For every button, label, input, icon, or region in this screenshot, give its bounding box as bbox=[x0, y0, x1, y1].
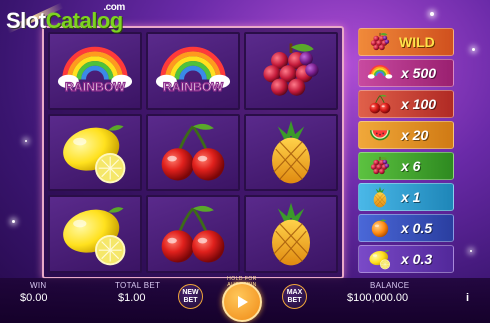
sparkle-star bbox=[12, 220, 15, 223]
rainbow-icon: RAINBOW bbox=[155, 36, 231, 94]
spin-button[interactable] bbox=[222, 282, 262, 322]
reel-grid: RAINBOW RAINBOW bbox=[42, 26, 344, 279]
sparkle-star bbox=[25, 140, 27, 142]
reel-cell-pineapple bbox=[244, 195, 338, 273]
win-value: $0.00 bbox=[20, 292, 48, 304]
info-icon[interactable]: i bbox=[466, 292, 469, 304]
reel-cell-rainbow: RAINBOW bbox=[146, 32, 240, 110]
play-icon bbox=[238, 296, 248, 308]
logo-slot-text: Slot bbox=[6, 8, 46, 33]
new-bet-button[interactable]: NEW BET bbox=[178, 284, 203, 309]
reel-cell-lemon bbox=[48, 195, 142, 273]
rainbow-icon: RAINBOW bbox=[57, 36, 133, 94]
paytable-row-grapes: x 6 bbox=[358, 152, 454, 180]
paytable-row-watermelon: x 20 bbox=[358, 121, 454, 149]
reel-cell-pineapple bbox=[244, 113, 338, 192]
paytable-wild-label: WILD bbox=[399, 34, 435, 50]
paytable-row-orange: x 0.5 bbox=[358, 214, 454, 242]
paytable-multiplier: x 6 bbox=[401, 158, 421, 174]
pineapple-icon bbox=[253, 117, 329, 187]
wild-icon bbox=[367, 31, 393, 53]
orange-icon bbox=[367, 217, 393, 239]
paytable: WILD x 500 x 100 x 20 x 6 x 1 x 0.5 x 0.… bbox=[358, 28, 454, 276]
paytable-multiplier: x 20 bbox=[401, 127, 429, 143]
paytable-row-cherry: x 100 bbox=[358, 90, 454, 118]
paytable-row-wild: WILD bbox=[358, 28, 454, 56]
lemon-icon bbox=[57, 117, 133, 187]
paytable-multiplier: x 0.5 bbox=[401, 220, 433, 236]
reel-cell-lemon bbox=[48, 113, 142, 192]
rainbow-symbol-text: RAINBOW bbox=[65, 80, 126, 94]
total-bet-value: $1.00 bbox=[118, 292, 146, 304]
reel-cell-grapes bbox=[244, 32, 338, 110]
paytable-multiplier: x 1 bbox=[401, 189, 421, 205]
sparkle-star bbox=[470, 250, 472, 252]
cherry-icon bbox=[155, 199, 231, 269]
cherry-icon bbox=[367, 93, 393, 115]
paytable-multiplier: x 0.3 bbox=[401, 251, 433, 267]
pineapple-icon bbox=[367, 186, 393, 208]
grapes-icon bbox=[367, 155, 393, 177]
win-label: WIN bbox=[30, 281, 47, 290]
rainbow-icon bbox=[367, 62, 393, 84]
cherry-icon bbox=[155, 117, 231, 187]
sparkle-star bbox=[430, 12, 434, 16]
reel-cell-cherry bbox=[146, 195, 240, 273]
pineapple-icon bbox=[253, 199, 329, 269]
paytable-row-lemon: x 0.3 bbox=[358, 245, 454, 273]
watermelon-icon bbox=[367, 124, 393, 146]
lemon-icon bbox=[367, 248, 393, 270]
paytable-multiplier: x 100 bbox=[401, 96, 437, 112]
rainbow-symbol-text: RAINBOW bbox=[163, 80, 224, 94]
lemon-icon bbox=[57, 199, 133, 269]
logo-com-text: .com bbox=[103, 2, 125, 13]
grapes-icon bbox=[253, 36, 329, 106]
sparkle-star bbox=[472, 48, 475, 51]
total-bet-label: TOTAL BET bbox=[115, 281, 161, 290]
reel-cell-rainbow: RAINBOW bbox=[48, 32, 142, 110]
balance-label: BALANCE bbox=[370, 281, 410, 290]
paytable-row-pineapple: x 1 bbox=[358, 183, 454, 211]
watermark-logo: SlotCatalog .com bbox=[6, 2, 125, 34]
reel-cell-cherry bbox=[146, 113, 240, 192]
balance-value: $100,000.00 bbox=[347, 292, 409, 304]
paytable-multiplier: x 500 bbox=[401, 65, 437, 81]
paytable-row-rainbow: x 500 bbox=[358, 59, 454, 87]
max-bet-button[interactable]: MAX BET bbox=[282, 284, 307, 309]
